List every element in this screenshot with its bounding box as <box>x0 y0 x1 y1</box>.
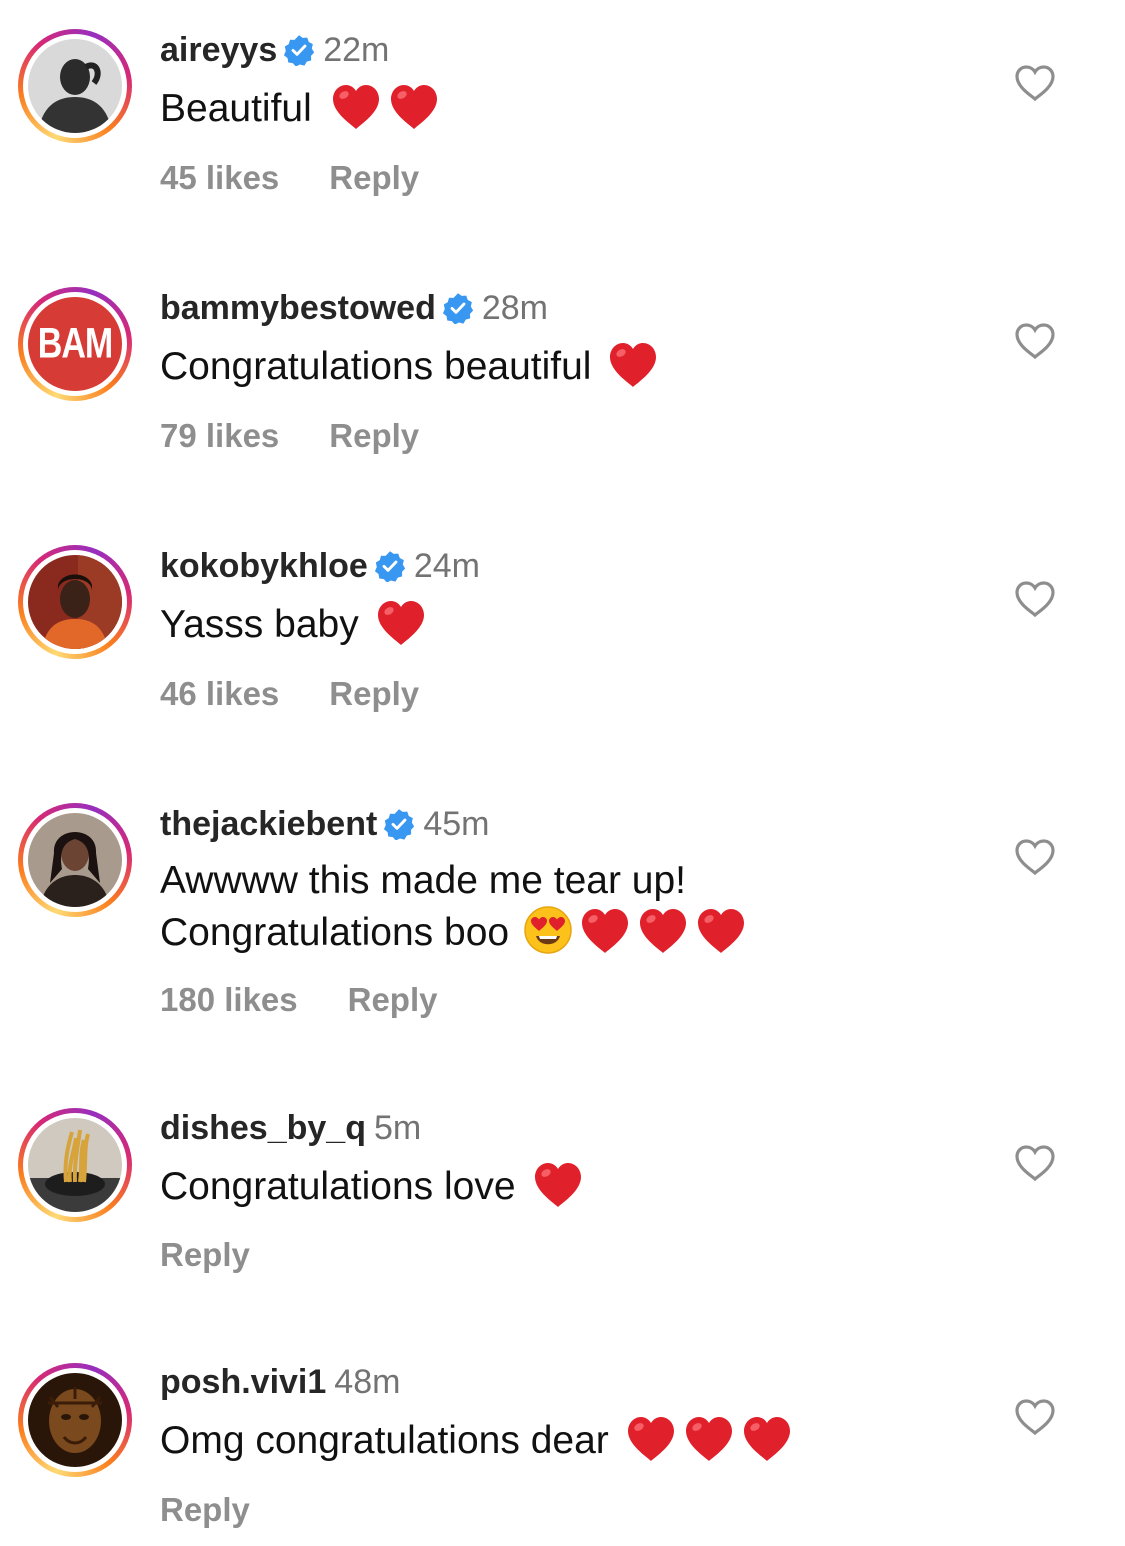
heart-outline-icon[interactable] <box>1013 321 1057 361</box>
timestamp: 45m <box>423 805 490 843</box>
username[interactable]: thejackiebent <box>160 805 377 843</box>
username[interactable]: aireyys <box>160 31 277 69</box>
comment-text: Congratulations love <box>160 1161 584 1211</box>
avatar-logo-text: BAM <box>37 319 113 368</box>
avatar[interactable] <box>18 29 132 143</box>
avatar-image <box>28 39 122 133</box>
avatar[interactable] <box>18 1363 132 1477</box>
heart-eyes-emoji <box>524 906 572 954</box>
comment-text-line-2: Congratulations boo <box>160 905 747 957</box>
avatar[interactable] <box>18 545 132 659</box>
verified-badge-icon <box>374 550 406 582</box>
red-heart-emoji <box>695 907 747 955</box>
avatar-image <box>28 555 122 649</box>
red-heart-emoji <box>625 1415 677 1463</box>
avatar-image <box>28 1373 122 1467</box>
verified-badge-icon <box>442 292 474 324</box>
red-heart-emoji <box>375 599 427 647</box>
avatar-image <box>28 1118 122 1212</box>
timestamp: 24m <box>413 547 480 585</box>
reply-button[interactable]: Reply <box>329 159 419 196</box>
likes-count[interactable]: 45 likes <box>160 159 279 196</box>
likes-count[interactable]: 46 likes <box>160 675 279 712</box>
avatar-image <box>28 813 122 907</box>
avatar[interactable]: BAM <box>18 287 132 401</box>
comment-text-line-1: Awwww this made me tear up! <box>160 859 686 902</box>
heart-outline-icon[interactable] <box>1013 1143 1057 1183</box>
avatar-image: BAM <box>28 297 122 391</box>
reply-button[interactable]: Reply <box>329 675 419 712</box>
red-heart-emoji <box>388 83 440 131</box>
username[interactable]: bammybestowed <box>160 289 436 327</box>
avatar[interactable] <box>18 803 132 917</box>
heart-outline-icon[interactable] <box>1013 579 1057 619</box>
timestamp: 22m <box>323 31 390 69</box>
reply-button[interactable]: Reply <box>160 1491 250 1528</box>
username[interactable]: dishes_by_q <box>160 1109 366 1147</box>
heart-outline-icon[interactable] <box>1013 63 1057 103</box>
verified-badge-icon <box>383 808 415 840</box>
comment-text: Beautiful <box>160 83 440 133</box>
comment-text: Congratulations beautiful <box>160 341 659 391</box>
reply-button[interactable]: Reply <box>348 981 438 1018</box>
timestamp: 48m <box>334 1363 401 1401</box>
likes-count[interactable]: 79 likes <box>160 417 279 454</box>
heart-outline-icon[interactable] <box>1013 837 1057 877</box>
comment-text: Yasss baby <box>160 599 427 649</box>
verified-badge-icon <box>283 34 315 66</box>
avatar[interactable] <box>18 1108 132 1222</box>
heart-outline-icon[interactable] <box>1013 1397 1057 1437</box>
red-heart-emoji <box>607 341 659 389</box>
username[interactable]: posh.vivi1 <box>160 1363 326 1401</box>
reply-button[interactable]: Reply <box>160 1236 250 1273</box>
reply-button[interactable]: Reply <box>329 417 419 454</box>
red-heart-emoji <box>330 83 382 131</box>
red-heart-emoji <box>637 907 689 955</box>
timestamp: 5m <box>373 1109 422 1147</box>
comment-text: Omg congratulations dear <box>160 1415 793 1465</box>
red-heart-emoji <box>741 1415 793 1463</box>
likes-count[interactable]: 180 likes <box>160 981 298 1018</box>
red-heart-emoji <box>683 1415 735 1463</box>
username[interactable]: kokobykhloe <box>160 547 368 585</box>
red-heart-emoji <box>579 907 631 955</box>
timestamp: 28m <box>481 289 548 327</box>
red-heart-emoji <box>532 1161 584 1209</box>
